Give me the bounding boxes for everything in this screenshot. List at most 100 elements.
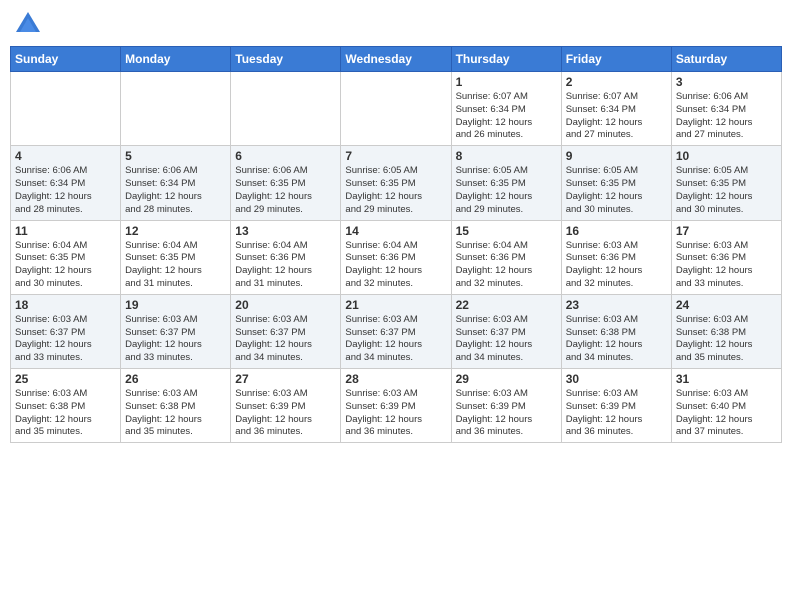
day-info: Sunrise: 6:03 AM Sunset: 6:37 PM Dayligh… (15, 314, 116, 365)
logo (14, 10, 46, 38)
logo-icon (14, 10, 42, 38)
calendar-week-row: 25 Sunrise: 6:03 AM Sunset: 6:38 PM Dayli… (11, 369, 782, 443)
day-number: 7 (345, 149, 446, 163)
day-number: 17 (676, 224, 777, 238)
day-info: Sunrise: 6:03 AM Sunset: 6:39 PM Dayligh… (566, 388, 667, 439)
calendar-cell (341, 72, 451, 146)
day-number: 9 (566, 149, 667, 163)
day-number: 12 (125, 224, 226, 238)
day-number: 5 (125, 149, 226, 163)
weekday-header-thursday: Thursday (451, 47, 561, 72)
weekday-header-sunday: Sunday (11, 47, 121, 72)
calendar-week-row: 11 Sunrise: 6:04 AM Sunset: 6:35 PM Dayli… (11, 220, 782, 294)
calendar-cell: 26 Sunrise: 6:03 AM Sunset: 6:38 PM Dayli… (121, 369, 231, 443)
day-number: 27 (235, 372, 336, 386)
day-info: Sunrise: 6:03 AM Sunset: 6:39 PM Dayligh… (235, 388, 336, 439)
day-info: Sunrise: 6:04 AM Sunset: 6:36 PM Dayligh… (235, 240, 336, 291)
day-number: 28 (345, 372, 446, 386)
calendar-cell: 25 Sunrise: 6:03 AM Sunset: 6:38 PM Dayli… (11, 369, 121, 443)
day-info: Sunrise: 6:03 AM Sunset: 6:37 PM Dayligh… (125, 314, 226, 365)
calendar-table: SundayMondayTuesdayWednesdayThursdayFrid… (10, 46, 782, 443)
day-info: Sunrise: 6:03 AM Sunset: 6:37 PM Dayligh… (235, 314, 336, 365)
day-info: Sunrise: 6:07 AM Sunset: 6:34 PM Dayligh… (456, 91, 557, 142)
day-number: 31 (676, 372, 777, 386)
day-number: 21 (345, 298, 446, 312)
day-info: Sunrise: 6:03 AM Sunset: 6:38 PM Dayligh… (15, 388, 116, 439)
day-number: 2 (566, 75, 667, 89)
calendar-cell: 21 Sunrise: 6:03 AM Sunset: 6:37 PM Dayli… (341, 294, 451, 368)
weekday-header-monday: Monday (121, 47, 231, 72)
day-info: Sunrise: 6:03 AM Sunset: 6:36 PM Dayligh… (566, 240, 667, 291)
calendar-cell: 9 Sunrise: 6:05 AM Sunset: 6:35 PM Daylig… (561, 146, 671, 220)
day-info: Sunrise: 6:03 AM Sunset: 6:37 PM Dayligh… (345, 314, 446, 365)
day-number: 16 (566, 224, 667, 238)
day-info: Sunrise: 6:04 AM Sunset: 6:36 PM Dayligh… (345, 240, 446, 291)
day-info: Sunrise: 6:04 AM Sunset: 6:36 PM Dayligh… (456, 240, 557, 291)
weekday-header-friday: Friday (561, 47, 671, 72)
day-number: 24 (676, 298, 777, 312)
day-number: 3 (676, 75, 777, 89)
calendar-cell: 16 Sunrise: 6:03 AM Sunset: 6:36 PM Dayli… (561, 220, 671, 294)
day-info: Sunrise: 6:03 AM Sunset: 6:40 PM Dayligh… (676, 388, 777, 439)
calendar-cell: 10 Sunrise: 6:05 AM Sunset: 6:35 PM Dayli… (671, 146, 781, 220)
calendar-cell: 23 Sunrise: 6:03 AM Sunset: 6:38 PM Dayli… (561, 294, 671, 368)
day-number: 22 (456, 298, 557, 312)
calendar-cell (231, 72, 341, 146)
day-info: Sunrise: 6:04 AM Sunset: 6:35 PM Dayligh… (125, 240, 226, 291)
day-info: Sunrise: 6:03 AM Sunset: 6:38 PM Dayligh… (125, 388, 226, 439)
day-info: Sunrise: 6:04 AM Sunset: 6:35 PM Dayligh… (15, 240, 116, 291)
calendar-cell: 4 Sunrise: 6:06 AM Sunset: 6:34 PM Daylig… (11, 146, 121, 220)
weekday-header-saturday: Saturday (671, 47, 781, 72)
day-info: Sunrise: 6:06 AM Sunset: 6:35 PM Dayligh… (235, 165, 336, 216)
calendar-cell: 7Sunrise: 6:05 AM Sunset: 6:35 PM Daylig… (341, 146, 451, 220)
calendar-week-row: 1Sunrise: 6:07 AM Sunset: 6:34 PM Daylig… (11, 72, 782, 146)
day-number: 26 (125, 372, 226, 386)
calendar-cell: 27 Sunrise: 6:03 AM Sunset: 6:39 PM Dayli… (231, 369, 341, 443)
calendar-cell: 17Sunrise: 6:03 AM Sunset: 6:36 PM Dayli… (671, 220, 781, 294)
day-info: Sunrise: 6:05 AM Sunset: 6:35 PM Dayligh… (566, 165, 667, 216)
day-number: 8 (456, 149, 557, 163)
day-number: 11 (15, 224, 116, 238)
calendar-cell (121, 72, 231, 146)
day-info: Sunrise: 6:03 AM Sunset: 6:39 PM Dayligh… (345, 388, 446, 439)
calendar-cell: 18Sunrise: 6:03 AM Sunset: 6:37 PM Dayli… (11, 294, 121, 368)
day-info: Sunrise: 6:06 AM Sunset: 6:34 PM Dayligh… (125, 165, 226, 216)
weekday-header-wednesday: Wednesday (341, 47, 451, 72)
calendar-cell: 31 Sunrise: 6:03 AM Sunset: 6:40 PM Dayli… (671, 369, 781, 443)
calendar-cell: 11 Sunrise: 6:04 AM Sunset: 6:35 PM Dayli… (11, 220, 121, 294)
day-info: Sunrise: 6:03 AM Sunset: 6:37 PM Dayligh… (456, 314, 557, 365)
day-number: 23 (566, 298, 667, 312)
calendar-cell: 12 Sunrise: 6:04 AM Sunset: 6:35 PM Dayli… (121, 220, 231, 294)
day-info: Sunrise: 6:06 AM Sunset: 6:34 PM Dayligh… (15, 165, 116, 216)
day-info: Sunrise: 6:06 AM Sunset: 6:34 PM Dayligh… (676, 91, 777, 142)
day-number: 10 (676, 149, 777, 163)
day-info: Sunrise: 6:05 AM Sunset: 6:35 PM Dayligh… (676, 165, 777, 216)
day-number: 6 (235, 149, 336, 163)
calendar-cell (11, 72, 121, 146)
calendar-cell: 3 Sunrise: 6:06 AM Sunset: 6:34 PM Daylig… (671, 72, 781, 146)
calendar-cell: 1Sunrise: 6:07 AM Sunset: 6:34 PM Daylig… (451, 72, 561, 146)
calendar-week-row: 4 Sunrise: 6:06 AM Sunset: 6:34 PM Daylig… (11, 146, 782, 220)
calendar-cell: 29 Sunrise: 6:03 AM Sunset: 6:39 PM Dayli… (451, 369, 561, 443)
day-number: 29 (456, 372, 557, 386)
calendar-cell: 24 Sunrise: 6:03 AM Sunset: 6:38 PM Dayli… (671, 294, 781, 368)
day-number: 19 (125, 298, 226, 312)
day-info: Sunrise: 6:05 AM Sunset: 6:35 PM Dayligh… (456, 165, 557, 216)
calendar-cell: 14Sunrise: 6:04 AM Sunset: 6:36 PM Dayli… (341, 220, 451, 294)
day-info: Sunrise: 6:03 AM Sunset: 6:38 PM Dayligh… (566, 314, 667, 365)
calendar-cell: 2 Sunrise: 6:07 AM Sunset: 6:34 PM Daylig… (561, 72, 671, 146)
calendar-cell: 28 Sunrise: 6:03 AM Sunset: 6:39 PM Dayli… (341, 369, 451, 443)
calendar-cell: 20 Sunrise: 6:03 AM Sunset: 6:37 PM Dayli… (231, 294, 341, 368)
calendar-cell: 13Sunrise: 6:04 AM Sunset: 6:36 PM Dayli… (231, 220, 341, 294)
day-number: 20 (235, 298, 336, 312)
calendar-cell: 6 Sunrise: 6:06 AM Sunset: 6:35 PM Daylig… (231, 146, 341, 220)
day-number: 25 (15, 372, 116, 386)
calendar-cell: 5 Sunrise: 6:06 AM Sunset: 6:34 PM Daylig… (121, 146, 231, 220)
weekday-header-row: SundayMondayTuesdayWednesdayThursdayFrid… (11, 47, 782, 72)
day-info: Sunrise: 6:03 AM Sunset: 6:39 PM Dayligh… (456, 388, 557, 439)
calendar-cell: 8 Sunrise: 6:05 AM Sunset: 6:35 PM Daylig… (451, 146, 561, 220)
day-info: Sunrise: 6:07 AM Sunset: 6:34 PM Dayligh… (566, 91, 667, 142)
day-info: Sunrise: 6:03 AM Sunset: 6:38 PM Dayligh… (676, 314, 777, 365)
calendar-cell: 19 Sunrise: 6:03 AM Sunset: 6:37 PM Dayli… (121, 294, 231, 368)
day-number: 4 (15, 149, 116, 163)
